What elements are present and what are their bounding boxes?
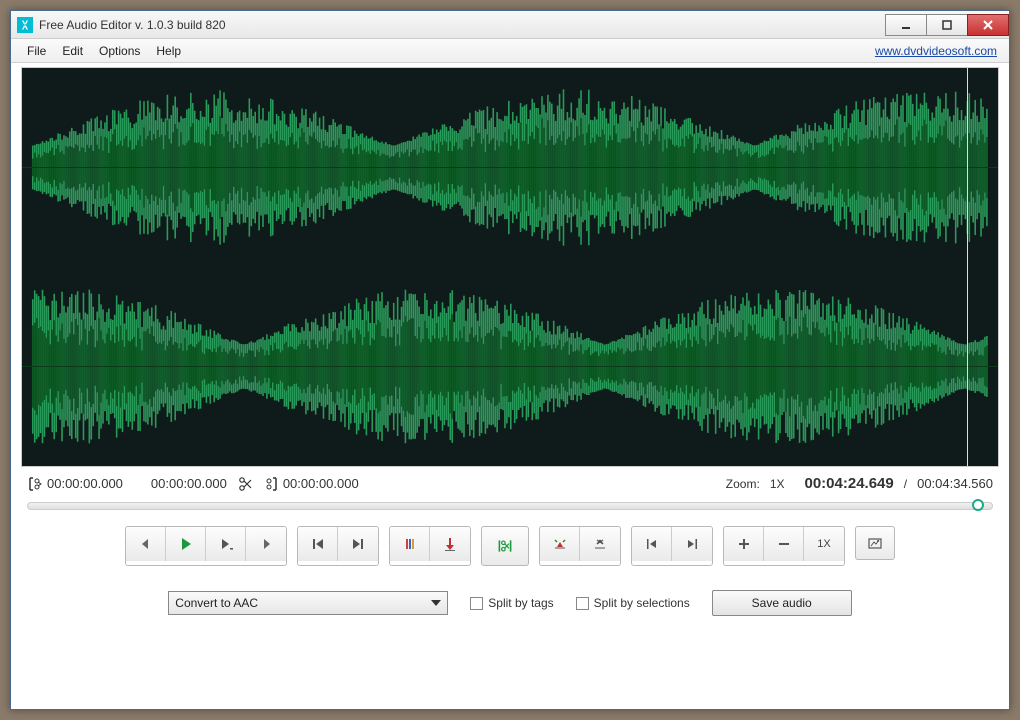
zoom-value: 1X — [770, 477, 785, 491]
convert-format-dropdown[interactable]: Convert to AAC — [168, 591, 448, 615]
skip-end-button[interactable] — [338, 527, 378, 561]
menu-options[interactable]: Options — [91, 40, 148, 62]
playhead-cursor — [967, 68, 968, 466]
prev-region-button[interactable] — [126, 527, 166, 561]
website-link[interactable]: www.dvdvideosoft.com — [875, 44, 1001, 58]
sel-to-end-button[interactable] — [672, 527, 712, 561]
zoom-in-button[interactable] — [724, 527, 764, 561]
sel-to-start-button[interactable] — [632, 527, 672, 561]
waveform-display[interactable] — [21, 67, 999, 467]
zoom-reset-button[interactable]: 1X — [804, 527, 844, 561]
seek-slider[interactable] — [27, 502, 993, 510]
bottom-row: Convert to AAC Split by tags Split by se… — [11, 582, 1009, 636]
menubar: File Edit Options Help www.dvdvideosoft.… — [11, 39, 1009, 63]
time-separator: / — [904, 477, 907, 491]
save-audio-button[interactable]: Save audio — [712, 590, 852, 616]
split-by-selections-checkbox[interactable]: Split by selections — [576, 596, 690, 610]
menu-help[interactable]: Help — [148, 40, 189, 62]
split-by-tags-checkbox[interactable]: Split by tags — [470, 596, 553, 610]
transport-controls: 1X — [11, 522, 1009, 582]
selection-start: 00:00:00.000 — [47, 476, 123, 491]
maximize-button[interactable] — [926, 14, 968, 36]
menu-edit[interactable]: Edit — [54, 40, 91, 62]
close-button[interactable] — [967, 14, 1009, 36]
info-row: 00:00:00.000 00:00:00.000 00:00:00.000 Z… — [11, 471, 1009, 496]
region-delete-button[interactable] — [580, 527, 620, 561]
seek-thumb[interactable] — [972, 499, 984, 511]
zoom-out-button[interactable] — [764, 527, 804, 561]
bracket-scissor-left-icon — [27, 476, 43, 492]
window-title: Free Audio Editor v. 1.0.3 build 820 — [39, 18, 886, 32]
split-by-selections-label: Split by selections — [594, 596, 690, 610]
region-in-button[interactable] — [540, 527, 580, 561]
skip-start-button[interactable] — [298, 527, 338, 561]
current-position: 00:04:24.649 — [805, 475, 894, 492]
app-window: Free Audio Editor v. 1.0.3 build 820 Fil… — [10, 10, 1010, 710]
selection-duration-group: 00:00:00.000 — [263, 476, 359, 492]
convert-format-selected: Convert to AAC — [175, 596, 431, 610]
minimize-button[interactable] — [885, 14, 927, 36]
play-button[interactable] — [166, 527, 206, 561]
menu-file[interactable]: File — [19, 40, 54, 62]
zoom-label: Zoom: — [726, 477, 760, 491]
bracket-scissor-right-icon — [263, 476, 279, 492]
checkbox-box — [576, 597, 589, 610]
selection-end: 00:00:00.000 — [151, 476, 227, 491]
play-selection-button[interactable] — [206, 527, 246, 561]
next-region-button[interactable] — [246, 527, 286, 561]
window-buttons — [886, 14, 1009, 36]
chevron-down-icon — [431, 600, 441, 606]
set-marker-button[interactable] — [390, 527, 430, 561]
selection-start-group: 00:00:00.000 — [27, 476, 123, 492]
total-duration: 00:04:34.560 — [917, 476, 993, 491]
cut-button[interactable] — [481, 526, 529, 566]
titlebar: Free Audio Editor v. 1.0.3 build 820 — [11, 11, 1009, 39]
split-by-tags-label: Split by tags — [488, 596, 553, 610]
checkbox-box — [470, 597, 483, 610]
app-icon — [17, 17, 33, 33]
screenshot-button[interactable] — [855, 526, 895, 560]
selection-duration: 00:00:00.000 — [283, 476, 359, 491]
scissor-icon — [237, 476, 253, 492]
marker-down-button[interactable] — [430, 527, 470, 561]
